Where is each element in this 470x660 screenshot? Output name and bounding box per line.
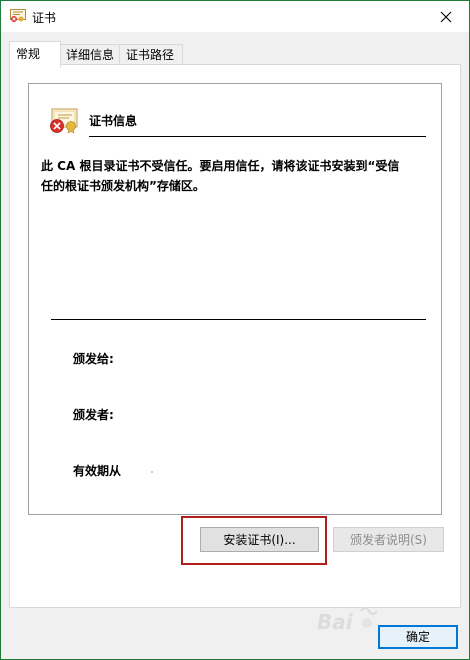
svg-text:Bai: Bai [317, 610, 354, 634]
certificate-info-heading: 证书信息 [89, 114, 138, 128]
valid-from-label: 有效期从 [73, 464, 122, 478]
close-button[interactable] [423, 1, 469, 32]
tab-details[interactable]: 详细信息 [59, 44, 123, 66]
certificate-dialog: 证书 常规 详细信息 证书路径 证书信息 此 CA 根目录证书不受信任。要启用信… [0, 0, 470, 660]
tab-label: 证书路径 [126, 48, 175, 62]
general-tab-panel: 证书信息 此 CA 根目录证书不受信任。要启用信任，请将该证书安装到“受信任的根… [9, 64, 461, 608]
tab-general[interactable]: 常规 [9, 41, 61, 67]
tab-label: 常规 [16, 47, 41, 61]
issuer-statement-button[interactable]: 颁发者说明(S) [333, 527, 444, 552]
issued-to-label: 颁发给: [73, 352, 114, 366]
close-icon [440, 11, 452, 22]
annotation-highlight-box [181, 516, 327, 565]
heading-divider [89, 136, 426, 137]
title-bar[interactable]: 证书 [1, 1, 469, 32]
window-title: 证书 [32, 11, 57, 25]
untrusted-warning-text: 此 CA 根目录证书不受信任。要启用信任，请将该证书安装到“受信任的根证书颁发机… [41, 159, 400, 193]
certificate-icon [10, 9, 26, 22]
ok-button[interactable]: 确定 [378, 625, 458, 649]
tab-certification-path[interactable]: 证书路径 [119, 44, 183, 66]
valid-from-value [151, 471, 153, 473]
tab-label: 详细信息 [66, 48, 115, 62]
certificate-info-box: 证书信息 此 CA 根目录证书不受信任。要启用信任，请将该证书安装到“受信任的根… [28, 83, 442, 515]
issued-by-label: 颁发者: [73, 408, 114, 422]
certificate-untrusted-icon [50, 108, 78, 134]
fields-divider [51, 319, 426, 320]
